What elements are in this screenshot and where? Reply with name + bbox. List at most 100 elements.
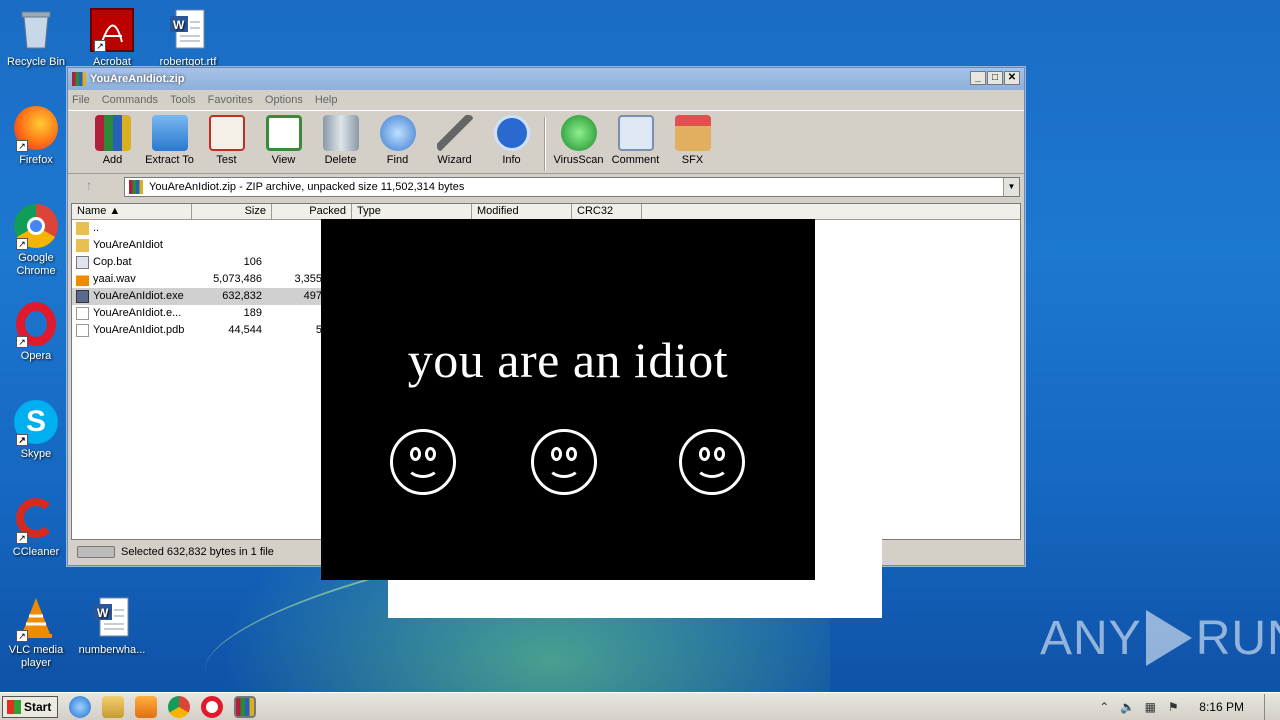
desktop-icon-skype[interactable]: S ↗ Skype bbox=[1, 400, 71, 461]
desktop-icon-label: Opera bbox=[20, 350, 52, 362]
clock[interactable]: 8:16 PM bbox=[1199, 700, 1244, 714]
desktop-icon-recycle-bin[interactable]: Recycle Bin bbox=[1, 8, 71, 69]
menu-commands[interactable]: Commands bbox=[102, 94, 158, 106]
desktop-icon-vlc[interactable]: ↗ VLC media player bbox=[1, 596, 71, 670]
volume-icon[interactable]: 🔈 bbox=[1120, 700, 1135, 714]
virusscan-button[interactable]: VirusScan bbox=[550, 111, 607, 166]
column-crc32[interactable]: CRC32 bbox=[572, 204, 642, 219]
file-icon bbox=[76, 324, 89, 337]
popup-message: you are an idiot bbox=[407, 332, 729, 388]
folder-icon bbox=[76, 239, 89, 252]
ie-icon[interactable] bbox=[69, 695, 92, 718]
opera-icon[interactable] bbox=[201, 695, 224, 718]
word-document-icon: W bbox=[166, 8, 210, 52]
svg-text:W: W bbox=[97, 606, 109, 620]
desktop-icon-opera[interactable]: ↗ Opera bbox=[1, 302, 71, 363]
desktop-icon-label: CCleaner bbox=[12, 546, 60, 558]
view-button[interactable]: View bbox=[255, 111, 312, 166]
anyrun-watermark: ANY RUN bbox=[1040, 610, 1280, 666]
menu-options[interactable]: Options bbox=[265, 94, 303, 106]
archive-icon bbox=[129, 180, 143, 194]
desktop-icon-chrome[interactable]: ↗ Google Chrome bbox=[1, 204, 71, 278]
desktop-icon-rtf[interactable]: W robertgot.rtf bbox=[153, 8, 223, 69]
system-tray: ⌃ 🔈 ▦ ⚑ 8:16 PM bbox=[1097, 693, 1280, 720]
network-icon[interactable]: ▦ bbox=[1143, 700, 1157, 714]
desktop-icon-numberwha[interactable]: W numberwha... bbox=[77, 596, 147, 657]
shortcut-arrow-icon: ↗ bbox=[94, 40, 106, 52]
magnifier-icon bbox=[379, 115, 416, 151]
toolbar: Add Extract To Test View Delete Find Wiz… bbox=[68, 110, 1024, 174]
title-bar[interactable]: YouAreAnIdiot.zip _ □ ✕ bbox=[68, 68, 1024, 90]
shortcut-arrow-icon: ↗ bbox=[16, 238, 28, 250]
sfx-button[interactable]: SFX bbox=[664, 111, 721, 166]
winrar-icon bbox=[72, 72, 86, 86]
menu-favorites[interactable]: Favorites bbox=[208, 94, 253, 106]
address-bar: ↑ YouAreAnIdiot.zip - ZIP archive, unpac… bbox=[68, 174, 1024, 200]
flag-icon[interactable]: ⚑ bbox=[1166, 700, 1180, 714]
firefox-icon: ↗ bbox=[14, 106, 58, 152]
shortcut-arrow-icon: ↗ bbox=[16, 140, 28, 152]
folder-icon bbox=[151, 115, 188, 151]
menu-help[interactable]: Help bbox=[315, 94, 338, 106]
clipboard-check-icon bbox=[208, 115, 245, 151]
up-arrow-icon[interactable]: ↑ bbox=[74, 177, 104, 197]
recycle-bin-icon bbox=[14, 8, 58, 52]
file-icon bbox=[76, 307, 89, 320]
trash-icon bbox=[322, 115, 359, 151]
acrobat-icon: ↗ bbox=[90, 8, 134, 52]
folder-icon bbox=[76, 222, 89, 235]
info-button[interactable]: Info bbox=[483, 111, 540, 166]
column-type[interactable]: Type bbox=[352, 204, 472, 219]
windows-logo-icon bbox=[7, 699, 21, 714]
column-size[interactable]: Size bbox=[192, 204, 272, 219]
media-player-icon[interactable] bbox=[135, 695, 158, 718]
smiley-face-icon bbox=[390, 429, 456, 495]
delete-button[interactable]: Delete bbox=[312, 111, 369, 166]
explorer-folder-icon[interactable] bbox=[102, 695, 125, 718]
idiot-popup-window[interactable]: you are an idiot bbox=[321, 219, 815, 580]
extract-to-button[interactable]: Extract To bbox=[141, 111, 198, 166]
maximize-button[interactable]: □ bbox=[987, 71, 1003, 85]
shortcut-arrow-icon: ↗ bbox=[16, 630, 28, 642]
shortcut-arrow-icon: ↗ bbox=[16, 532, 28, 544]
add-button[interactable]: Add bbox=[84, 111, 141, 166]
chevron-down-icon[interactable]: ▼ bbox=[1003, 178, 1019, 196]
desktop-icon-label: Skype bbox=[20, 448, 52, 460]
toolbar-separator bbox=[544, 117, 546, 171]
close-button[interactable]: ✕ bbox=[1004, 71, 1020, 85]
chevron-up-icon[interactable]: ⌃ bbox=[1097, 700, 1111, 714]
comment-button[interactable]: Comment bbox=[607, 111, 664, 166]
add-icon bbox=[94, 115, 131, 151]
archive-path: YouAreAnIdiot.zip - ZIP archive, unpacke… bbox=[149, 181, 465, 193]
find-button[interactable]: Find bbox=[369, 111, 426, 166]
wizard-button[interactable]: Wizard bbox=[426, 111, 483, 166]
chrome-icon[interactable] bbox=[168, 695, 191, 718]
status-text: Selected 632,832 bytes in 1 file bbox=[121, 546, 274, 558]
winrar-icon[interactable] bbox=[234, 695, 257, 718]
skype-icon: S ↗ bbox=[14, 400, 58, 446]
desktop-icon-firefox[interactable]: ↗ Firefox bbox=[1, 106, 71, 167]
menu-tools[interactable]: Tools bbox=[170, 94, 196, 106]
word-document-icon: W bbox=[90, 596, 134, 640]
show-desktop-button[interactable] bbox=[1264, 694, 1274, 720]
smiley-face-icon bbox=[679, 429, 745, 495]
desktop-icon-ccleaner[interactable]: ↗ CCleaner bbox=[1, 498, 71, 559]
column-modified[interactable]: Modified bbox=[472, 204, 572, 219]
start-button[interactable]: Start bbox=[2, 695, 59, 718]
desktop-icon-acrobat[interactable]: ↗ Acrobat bbox=[77, 8, 147, 69]
test-button[interactable]: Test bbox=[198, 111, 255, 166]
table-row-selected[interactable]: YouAreAnIdiot.exe 632,832 497 bbox=[72, 288, 322, 305]
minimize-button[interactable]: _ bbox=[970, 71, 986, 85]
play-icon bbox=[1145, 610, 1192, 666]
archive-path-field[interactable]: YouAreAnIdiot.zip - ZIP archive, unpacke… bbox=[124, 177, 1020, 197]
ccleaner-icon: ↗ bbox=[14, 498, 58, 544]
menu-file[interactable]: File bbox=[72, 94, 90, 106]
column-name[interactable]: Name ▲ bbox=[72, 204, 192, 219]
svg-text:W: W bbox=[173, 18, 185, 32]
window-title: YouAreAnIdiot.zip bbox=[90, 73, 185, 85]
desktop-icon-label: numberwha... bbox=[78, 644, 146, 656]
desktop-icon-label: Firefox bbox=[19, 154, 53, 166]
column-packed[interactable]: Packed bbox=[272, 204, 352, 219]
smiley-face-icon bbox=[531, 429, 597, 495]
sfx-box-icon bbox=[674, 115, 711, 151]
